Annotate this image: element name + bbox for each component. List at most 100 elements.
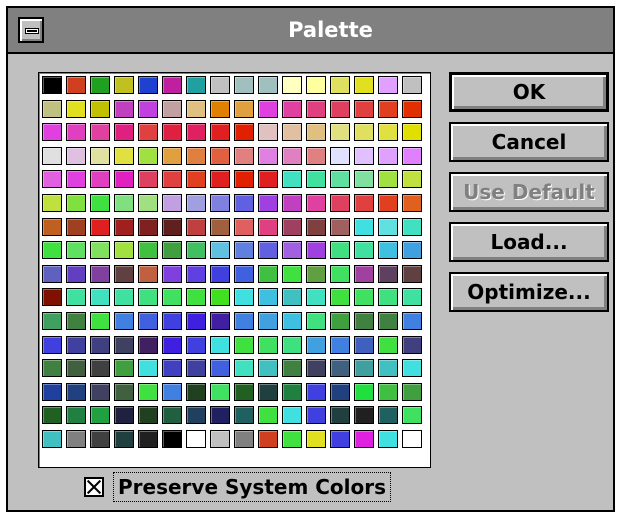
color-swatch[interactable]: [114, 100, 134, 118]
color-swatch[interactable]: [66, 241, 86, 259]
color-swatch[interactable]: [258, 336, 278, 354]
color-swatch[interactable]: [114, 359, 134, 377]
color-swatch[interactable]: [162, 359, 182, 377]
color-swatch[interactable]: [354, 241, 374, 259]
color-swatch[interactable]: [162, 123, 182, 141]
color-swatch[interactable]: [42, 147, 62, 165]
color-swatch[interactable]: [234, 288, 254, 306]
color-swatch[interactable]: [66, 312, 86, 330]
color-swatch[interactable]: [330, 312, 350, 330]
color-swatch[interactable]: [114, 265, 134, 283]
color-swatch[interactable]: [402, 76, 422, 94]
color-swatch[interactable]: [354, 265, 374, 283]
color-swatch[interactable]: [282, 241, 302, 259]
color-swatch[interactable]: [186, 241, 206, 259]
color-swatch[interactable]: [306, 336, 326, 354]
color-swatch[interactable]: [234, 170, 254, 188]
color-swatch[interactable]: [90, 265, 110, 283]
color-swatch[interactable]: [378, 265, 398, 283]
color-swatch[interactable]: [186, 170, 206, 188]
color-swatch[interactable]: [234, 147, 254, 165]
color-swatch[interactable]: [402, 170, 422, 188]
color-swatch[interactable]: [138, 76, 158, 94]
color-swatch[interactable]: [114, 218, 134, 236]
color-swatch[interactable]: [378, 147, 398, 165]
color-swatch[interactable]: [330, 406, 350, 424]
color-swatch[interactable]: [66, 100, 86, 118]
color-swatch[interactable]: [42, 76, 62, 94]
color-swatch[interactable]: [282, 265, 302, 283]
color-swatch[interactable]: [258, 76, 278, 94]
color-swatch[interactable]: [138, 241, 158, 259]
color-swatch[interactable]: [162, 147, 182, 165]
color-swatch[interactable]: [402, 288, 422, 306]
color-swatch[interactable]: [186, 430, 206, 448]
color-swatch[interactable]: [186, 336, 206, 354]
color-swatch[interactable]: [354, 100, 374, 118]
color-swatch[interactable]: [210, 312, 230, 330]
color-swatch[interactable]: [330, 123, 350, 141]
color-swatch[interactable]: [378, 312, 398, 330]
color-swatch[interactable]: [402, 123, 422, 141]
color-swatch[interactable]: [234, 312, 254, 330]
color-swatch[interactable]: [258, 359, 278, 377]
color-swatch[interactable]: [234, 430, 254, 448]
color-swatch[interactable]: [186, 312, 206, 330]
color-swatch[interactable]: [186, 406, 206, 424]
color-swatch[interactable]: [210, 76, 230, 94]
color-swatch[interactable]: [138, 312, 158, 330]
color-swatch[interactable]: [234, 336, 254, 354]
color-swatch[interactable]: [378, 100, 398, 118]
color-swatch[interactable]: [138, 383, 158, 401]
color-swatch[interactable]: [402, 147, 422, 165]
color-swatch[interactable]: [42, 123, 62, 141]
color-swatch[interactable]: [42, 359, 62, 377]
color-swatch[interactable]: [210, 288, 230, 306]
color-swatch[interactable]: [138, 430, 158, 448]
color-swatch[interactable]: [282, 194, 302, 212]
color-swatch[interactable]: [258, 100, 278, 118]
color-swatch[interactable]: [162, 100, 182, 118]
color-swatch[interactable]: [210, 430, 230, 448]
color-swatch[interactable]: [306, 147, 326, 165]
color-swatch[interactable]: [330, 265, 350, 283]
color-swatch[interactable]: [282, 430, 302, 448]
load-button[interactable]: Load...: [449, 222, 609, 262]
color-swatch[interactable]: [378, 288, 398, 306]
color-swatch[interactable]: [234, 194, 254, 212]
color-swatch[interactable]: [258, 430, 278, 448]
color-swatch[interactable]: [138, 359, 158, 377]
color-swatch[interactable]: [306, 430, 326, 448]
color-swatch[interactable]: [66, 76, 86, 94]
color-swatch[interactable]: [66, 383, 86, 401]
color-swatch[interactable]: [42, 241, 62, 259]
color-swatch[interactable]: [306, 383, 326, 401]
color-swatch[interactable]: [258, 406, 278, 424]
preserve-system-colors-label[interactable]: Preserve System Colors: [112, 472, 392, 502]
color-swatch[interactable]: [306, 218, 326, 236]
color-swatch[interactable]: [138, 265, 158, 283]
color-swatch[interactable]: [42, 383, 62, 401]
color-swatch[interactable]: [234, 76, 254, 94]
color-swatch[interactable]: [402, 359, 422, 377]
color-swatch[interactable]: [162, 170, 182, 188]
color-swatch[interactable]: [66, 265, 86, 283]
color-swatch[interactable]: [210, 123, 230, 141]
color-swatch[interactable]: [354, 288, 374, 306]
color-swatch[interactable]: [354, 406, 374, 424]
color-swatch[interactable]: [306, 265, 326, 283]
color-swatch[interactable]: [66, 336, 86, 354]
color-swatch[interactable]: [378, 359, 398, 377]
color-swatch[interactable]: [306, 100, 326, 118]
color-swatch[interactable]: [330, 430, 350, 448]
color-swatch[interactable]: [282, 147, 302, 165]
color-swatch[interactable]: [354, 336, 374, 354]
color-swatch[interactable]: [138, 170, 158, 188]
color-swatch[interactable]: [330, 288, 350, 306]
ok-button[interactable]: OK: [449, 72, 609, 112]
color-swatch[interactable]: [210, 241, 230, 259]
color-swatch[interactable]: [234, 218, 254, 236]
color-swatch[interactable]: [282, 76, 302, 94]
color-swatch[interactable]: [378, 170, 398, 188]
color-swatch[interactable]: [66, 218, 86, 236]
